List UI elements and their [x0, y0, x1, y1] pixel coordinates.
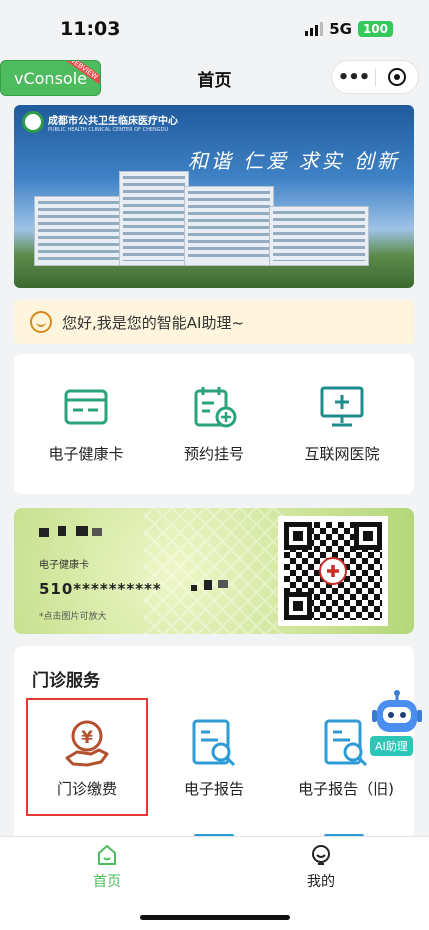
hospital-name: 成都市公共卫生临床医疗中心 [48, 115, 178, 127]
vconsole-button[interactable]: vConsole WEBVIEW [0, 60, 101, 96]
robot-icon [372, 690, 422, 732]
report-old-icon [324, 719, 368, 766]
banner-slogan: 和谐 仁爱 求实 创新 [187, 149, 400, 173]
close-button[interactable] [376, 68, 418, 86]
home-icon [98, 845, 116, 865]
network-type: 5G [329, 20, 352, 38]
masked-digits [191, 585, 197, 591]
building-image [269, 206, 369, 266]
chat-smile-icon [30, 311, 52, 333]
battery-icon: 100 [357, 21, 393, 37]
tab-label: 我的 [307, 874, 335, 890]
tab-mine[interactable]: 我的 [261, 843, 381, 891]
vconsole-label: vConsole [14, 68, 87, 88]
service-label: 预约挂号 [183, 444, 244, 463]
clinic-item-label: 电子报告（旧) [298, 779, 394, 798]
service-label: 电子健康卡 [48, 444, 124, 463]
more-menu-button[interactable]: ••• [332, 67, 375, 88]
service-health-card[interactable]: 电子健康卡 [26, 385, 146, 464]
home-indicator [140, 915, 290, 920]
ai-float-label: AI助理 [370, 736, 413, 756]
qr-finder [284, 592, 312, 620]
calendar-add-icon [194, 386, 237, 427]
highlight-box [26, 698, 148, 816]
service-label: 互联网医院 [304, 444, 380, 463]
card-number: 510********** [39, 580, 162, 598]
nhc-logo-icon [319, 557, 347, 585]
card-type-label: 电子健康卡 [39, 560, 89, 571]
masked-name [58, 526, 66, 536]
hospital-logo: 成都市公共卫生临床医疗中心 PUBLIC HEALTH CLINICAL CEN… [22, 111, 178, 133]
building-image [34, 196, 124, 266]
clinic-services-card: 门诊服务 ¥ 门诊缴费 电子报告 电子报告（旧) [14, 646, 414, 846]
qr-pattern [284, 522, 382, 620]
tab-home[interactable]: 首页 [47, 843, 167, 891]
ai-assistant-bar[interactable]: 您好,我是您的智能AI助理~ [14, 300, 414, 344]
ai-assistant-float-button[interactable]: AI助理 [368, 690, 426, 760]
health-card-image[interactable]: 电子健康卡 510********** *点击图片可放大 [14, 508, 414, 634]
clinic-report[interactable]: 电子报告 [154, 702, 274, 814]
signal-icon [305, 22, 324, 36]
hospital-name-en: PUBLIC HEALTH CLINICAL CENTER OF CHENGDU [48, 126, 169, 133]
status-bar: 11:03 5G 100 [0, 0, 429, 58]
masked-digits [218, 580, 228, 588]
masked-digits [204, 580, 212, 590]
tab-label: 首页 [93, 874, 121, 890]
masked-name [76, 526, 88, 536]
qr-code[interactable] [278, 516, 388, 626]
zoom-hint: *点击图片可放大 [39, 612, 107, 622]
monitor-plus-icon [320, 386, 364, 426]
user-face-icon [312, 845, 330, 865]
service-appointment[interactable]: 预约挂号 [154, 385, 274, 464]
status-time: 11:03 [60, 18, 121, 40]
building-image [184, 186, 274, 266]
close-ring-icon [387, 68, 406, 86]
status-indicators: 5G 100 [305, 20, 393, 38]
report-icon [192, 719, 236, 766]
section-title: 门诊服务 [32, 671, 100, 691]
card-pattern [144, 508, 284, 634]
clinic-item-label: 电子报告 [183, 779, 244, 798]
miniprogram-capsule: ••• [331, 60, 419, 94]
hospital-emblem-icon [22, 111, 44, 133]
hospital-banner[interactable]: 成都市公共卫生临床医疗中心 PUBLIC HEALTH CLINICAL CEN… [14, 105, 414, 288]
nav-bar: vConsole WEBVIEW 首页 ••• [0, 58, 429, 98]
ai-greeting: 您好,我是您的智能AI助理~ [62, 313, 245, 332]
qr-finder [284, 522, 312, 550]
health-card-icon [64, 389, 108, 424]
masked-name [92, 528, 102, 536]
quick-services-card: 电子健康卡 预约挂号 互联网医院 [14, 354, 414, 494]
masked-name [39, 528, 49, 537]
building-image [119, 171, 189, 266]
service-internet-hospital[interactable]: 互联网医院 [282, 385, 402, 464]
qr-finder [354, 522, 382, 550]
